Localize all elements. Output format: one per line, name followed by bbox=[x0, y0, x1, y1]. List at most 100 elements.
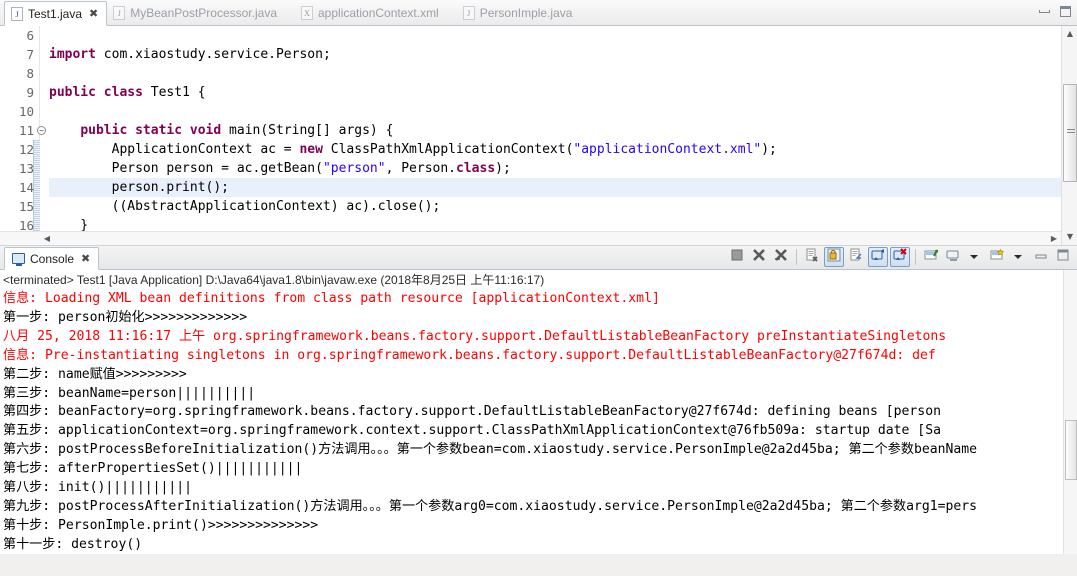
show-console-on-output-button[interactable] bbox=[868, 247, 888, 267]
scroll-right-arrow-icon[interactable]: ▶ bbox=[1047, 232, 1061, 245]
console-output-line: 第九步: postProcessAfterInitialization()方法调… bbox=[3, 498, 978, 514]
open-console-icon bbox=[989, 247, 1005, 268]
line-number-gutter: 6 7 8 9 10 11 − 12 13 14 15 16 bbox=[0, 26, 46, 245]
editor-tab-bar: J Test1.java ✖ J MyBeanPostProcessor.jav… bbox=[0, 0, 1077, 26]
console-toolbar bbox=[727, 247, 1073, 267]
scroll-lock-icon bbox=[826, 247, 842, 268]
console-scrollbar-thumb[interactable] bbox=[1065, 420, 1077, 480]
remove-all-terminated-button[interactable] bbox=[771, 247, 791, 267]
console-tab-label: Console bbox=[30, 251, 75, 266]
code-token: public bbox=[49, 85, 96, 100]
scroll-down-arrow-icon[interactable]: ▼ bbox=[1062, 229, 1077, 245]
code-token: , Person. bbox=[385, 161, 457, 176]
maximize-view-button[interactable] bbox=[1053, 247, 1073, 267]
console-output-line: 第二步: name赋值>>>>>>>>> bbox=[3, 366, 187, 382]
editor-horizontal-scrollbar[interactable]: ◀ ▶ bbox=[0, 231, 1061, 245]
console-monitor-icon bbox=[12, 253, 25, 266]
line-number: 8 bbox=[26, 66, 34, 81]
minimize-icon bbox=[1033, 247, 1049, 268]
java-file-icon: J bbox=[113, 6, 126, 20]
show-console-output-icon bbox=[870, 247, 886, 268]
clear-console-button[interactable] bbox=[802, 247, 822, 267]
scroll-left-arrow-icon[interactable]: ◀ bbox=[40, 232, 54, 245]
minimize-icon[interactable] bbox=[1039, 10, 1050, 13]
editor-scrollbar-thumb[interactable] bbox=[1063, 84, 1077, 182]
separator-1 bbox=[796, 249, 797, 265]
close-icon[interactable]: ✖ bbox=[81, 252, 90, 265]
console-vertical-scrollbar[interactable] bbox=[1063, 270, 1077, 554]
show-console-on-error-button[interactable] bbox=[890, 247, 910, 267]
editor-tab-label: Test1.java bbox=[28, 6, 83, 21]
code-token: ((AbstractApplicationContext) ac).close(… bbox=[49, 199, 441, 214]
display-console-menu-button[interactable] bbox=[965, 247, 985, 267]
java-file-icon: J bbox=[462, 6, 475, 20]
console-output-line: 第四步: beanFactory=org.springframework.bea… bbox=[3, 404, 941, 420]
display-selected-console-button[interactable] bbox=[943, 247, 963, 267]
chevron-down-icon bbox=[970, 255, 978, 259]
remove-x-icon bbox=[751, 247, 767, 268]
code-token: Test1 { bbox=[142, 85, 206, 100]
code-token: ClassPathXmlApplicationContext( bbox=[322, 142, 574, 157]
close-icon[interactable]: ✖ bbox=[89, 7, 98, 20]
remove-launch-button[interactable] bbox=[749, 247, 769, 267]
code-token: ); bbox=[761, 142, 777, 157]
editor-tab-label: PersonImple.java bbox=[479, 6, 573, 20]
code-token: "person" bbox=[322, 161, 386, 176]
console-output-line: 第十一步: destroy() bbox=[3, 536, 143, 552]
editor-tab-mybeanpostprocessor[interactable]: J MyBeanPostProcessor.java bbox=[107, 1, 295, 25]
code-line: ApplicationContext ac = new ClassPathXml… bbox=[49, 140, 1077, 159]
maximize-icon bbox=[1055, 247, 1071, 268]
pin-console-button[interactable] bbox=[921, 247, 941, 267]
editor-tab-label: MyBeanPostProcessor.java bbox=[130, 6, 277, 20]
editor-tab-applicationcontext[interactable]: X applicationContext.xml bbox=[295, 1, 457, 25]
open-console-menu-button[interactable] bbox=[1009, 247, 1029, 267]
editor-vertical-scrollbar[interactable]: ▲ ▼ bbox=[1061, 26, 1077, 245]
maximize-icon[interactable] bbox=[1060, 6, 1071, 17]
code-line: import com.xiaostudy.service.Person; bbox=[49, 45, 1077, 64]
console-output-line: 第七步: afterPropertiesSet()||||||||||| bbox=[3, 461, 303, 477]
line-number: 15 bbox=[18, 199, 34, 214]
word-wrap-button[interactable] bbox=[846, 247, 866, 267]
editor-tab-test1[interactable]: J Test1.java ✖ bbox=[4, 1, 108, 26]
line-number: 10 bbox=[18, 104, 34, 119]
console-tab[interactable]: Console ✖ bbox=[4, 247, 100, 270]
open-console-button[interactable] bbox=[987, 247, 1007, 267]
remove-all-xx-icon bbox=[773, 247, 789, 268]
code-line: person.print(); bbox=[49, 178, 1077, 197]
code-token: ApplicationContext ac = bbox=[49, 142, 300, 157]
code-line: Person person = ac.getBean("person", Per… bbox=[49, 159, 1077, 178]
editor-tab-label: applicationContext.xml bbox=[318, 6, 439, 20]
code-token: class bbox=[103, 85, 143, 100]
xml-file-icon: X bbox=[301, 6, 313, 20]
code-line: ((AbstractApplicationContext) ac).close(… bbox=[49, 197, 1077, 216]
console-output-line: 第十步: PersonImple.print()>>>>>>>>>>>>>> bbox=[3, 517, 319, 533]
minimize-view-button[interactable] bbox=[1031, 247, 1051, 267]
editor-tab-personimple[interactable]: J PersonImple.java bbox=[457, 1, 591, 25]
word-wrap-icon bbox=[848, 247, 864, 268]
code-editor[interactable]: 6 7 8 9 10 11 − 12 13 14 15 16 import co… bbox=[0, 26, 1077, 246]
code-line: public class Test1 { bbox=[49, 83, 1077, 102]
line-number: 12 bbox=[18, 142, 34, 157]
console-output-panel[interactable]: <terminated> Test1 [Java Application] D:… bbox=[0, 270, 1077, 554]
terminate-button[interactable] bbox=[727, 247, 747, 267]
code-token: class bbox=[456, 161, 496, 176]
scroll-lock-button[interactable] bbox=[824, 247, 844, 267]
code-token: public bbox=[80, 123, 128, 138]
stop-square-icon bbox=[729, 247, 745, 268]
code-text-area[interactable]: import com.xiaostudy.service.Person; pub… bbox=[40, 26, 1077, 245]
code-line: public static void main(String[] args) { bbox=[49, 121, 1077, 140]
line-number: 7 bbox=[26, 47, 34, 62]
console-output-text: 信息: Loading XML bean definitions from cl… bbox=[0, 290, 1077, 554]
line-number-text: 11 bbox=[18, 123, 34, 138]
console-output-line: 第五步: applicationContext=org.springframew… bbox=[3, 423, 941, 439]
show-console-error-icon bbox=[892, 247, 908, 268]
console-output-line: 信息: Pre-instantiating singletons in org.… bbox=[3, 347, 936, 363]
scroll-up-arrow-icon[interactable]: ▲ bbox=[1062, 26, 1077, 42]
code-token: "applicationContext.xml" bbox=[573, 142, 762, 157]
line-number: 9 bbox=[26, 85, 34, 100]
java-file-icon: J bbox=[11, 6, 23, 21]
